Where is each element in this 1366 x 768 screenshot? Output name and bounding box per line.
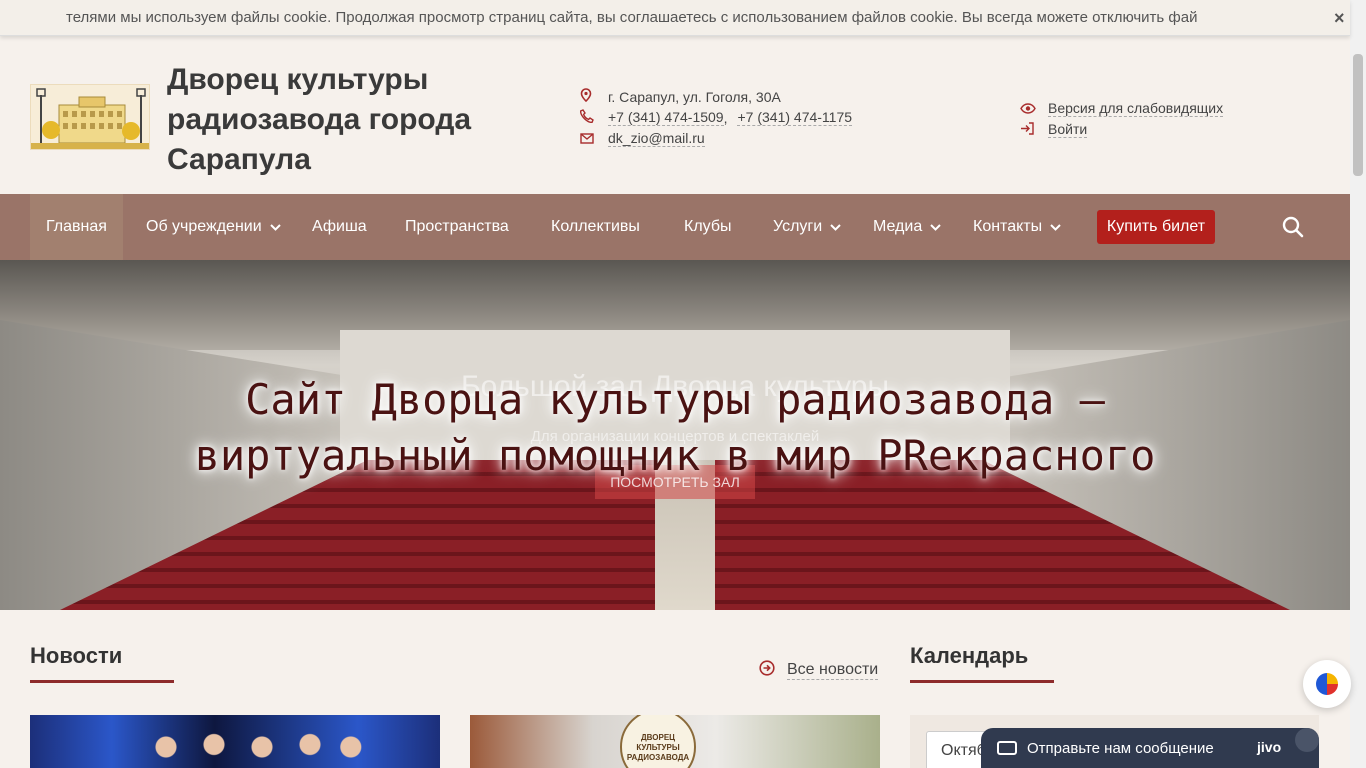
page-scrollbar[interactable] — [1350, 0, 1366, 768]
nav-item-clubs[interactable]: Клубы — [668, 194, 748, 260]
phone-link-2[interactable]: +7 (341) 474-1175 — [737, 109, 853, 126]
widget-logo-icon — [1316, 673, 1338, 695]
hero-slider[interactable]: Большой зал Дворца культуры Для организа… — [0, 260, 1350, 610]
nav-item-label: Контакты — [973, 218, 1043, 235]
nav-item-contacts[interactable]: Контакты — [957, 194, 1077, 260]
cookie-banner: телями мы используем файлы cookie. Продо… — [0, 0, 1350, 36]
nav-item-label: Услуги — [773, 218, 823, 235]
login-icon — [1020, 121, 1048, 138]
nav-item-label: Медиа — [873, 218, 923, 235]
nav-item-spaces[interactable]: Пространства — [389, 194, 525, 260]
nav-item-label: Пространства — [405, 218, 509, 235]
header-user-links: Версия для слабовидящих Войти — [1020, 98, 1224, 140]
email-link[interactable]: dk_zio@mail.ru — [608, 130, 705, 147]
arrow-circle-right-icon — [759, 660, 775, 681]
nav-item-services[interactable]: Услуги — [757, 194, 857, 260]
phone-separator: , — [723, 109, 728, 126]
floating-widget-button[interactable] — [1303, 660, 1351, 708]
cookie-text: телями мы используем файлы cookie. Продо… — [66, 9, 1198, 26]
nav-item-media[interactable]: Медиа — [857, 194, 957, 260]
chevron-down-icon — [1050, 220, 1061, 234]
news-heading-underline — [30, 680, 174, 683]
nav-item-label: Коллективы — [551, 218, 640, 235]
chevron-down-icon — [269, 220, 281, 234]
news-card[interactable] — [30, 715, 440, 768]
nav-item-label: Афиша — [312, 218, 367, 235]
message-icon — [997, 741, 1017, 755]
calendar-heading: Календарь — [910, 643, 1029, 668]
hero-overlay-line: виртуальный помощник в мир PRекрасного — [194, 431, 1156, 480]
address-text: г. Сарапул, ул. Гоголя, 30А — [608, 88, 781, 105]
chat-brand: jivo — [1257, 739, 1282, 755]
nav-item-afisha[interactable]: Афиша — [296, 194, 383, 260]
accessibility-version-link[interactable]: Версия для слабовидящих — [1048, 100, 1224, 117]
building-logo-icon — [31, 85, 149, 149]
nav-item-about[interactable]: Об учреждении — [130, 194, 297, 260]
nav-item-label: Главная — [46, 218, 107, 235]
all-news-label: Все новости — [787, 661, 879, 680]
news-badge: ДВОРЕЦ КУЛЬТУРЫ РАДИОЗАВОДА — [620, 715, 696, 768]
login-link[interactable]: Войти — [1048, 121, 1088, 138]
chat-widget[interactable]: Отправьте нам сообщение jivo — [981, 728, 1319, 768]
phone-link-1[interactable]: +7 (341) 474-1509 — [608, 109, 724, 126]
nav-item-home[interactable]: Главная — [30, 194, 123, 260]
main-nav: Главная Об учреждении Афиша Пространства… — [0, 194, 1350, 260]
nav-item-collectives[interactable]: Коллективы — [535, 194, 656, 260]
close-icon[interactable]: × — [1334, 8, 1345, 29]
nav-item-label: Клубы — [684, 218, 732, 235]
chevron-down-icon — [830, 220, 841, 234]
eye-icon — [1020, 101, 1048, 117]
hero-overlay-text: Сайт Дворца культуры радиозавода – вирту… — [0, 372, 1350, 484]
nav-item-label: Об учреждении — [146, 218, 262, 235]
site-logo[interactable] — [30, 84, 150, 150]
site-title[interactable]: Дворец культуры радиозавода города Сарап… — [167, 60, 527, 180]
phone-icon — [579, 109, 608, 126]
header-contacts: г. Сарапул, ул. Гоголя, 30А +7 (341) 474… — [579, 86, 853, 149]
buy-ticket-button[interactable]: Купить билет — [1097, 210, 1215, 244]
map-pin-icon — [580, 88, 608, 105]
all-news-link[interactable]: Все новости — [759, 660, 879, 681]
search-icon[interactable] — [1282, 216, 1304, 238]
news-heading: Новости — [30, 643, 123, 668]
news-card[interactable]: ДВОРЕЦ КУЛЬТУРЫ РАДИОЗАВОДА — [470, 715, 880, 768]
calendar-heading-underline — [910, 680, 1054, 683]
news-image — [130, 727, 370, 768]
chevron-down-icon — [930, 220, 941, 234]
chat-label: Отправьте нам сообщение — [1027, 739, 1214, 757]
hero-overlay-line: Сайт Дворца культуры радиозавода – — [245, 375, 1105, 424]
envelope-icon — [580, 131, 608, 147]
chat-status-dot — [1295, 728, 1319, 752]
scrollbar-thumb[interactable] — [1353, 54, 1363, 176]
